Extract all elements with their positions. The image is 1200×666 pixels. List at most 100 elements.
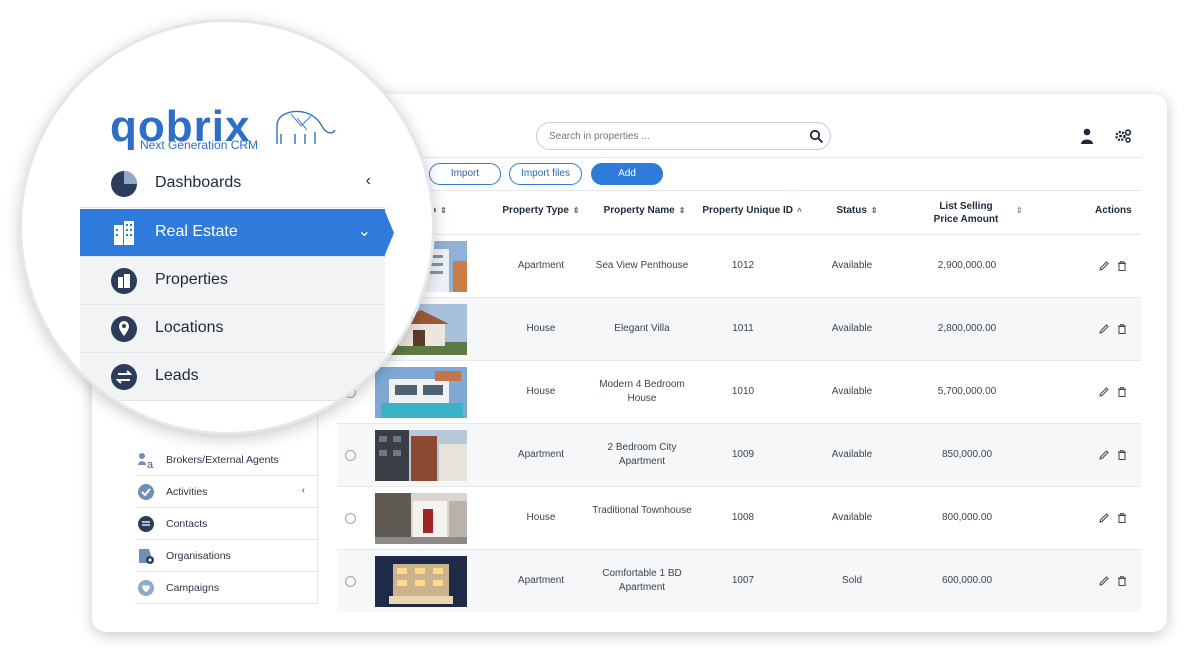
- property-thumbnail[interactable]: [375, 493, 467, 544]
- cell-property-type: House: [526, 512, 556, 523]
- cell-status: Available: [831, 512, 873, 523]
- search-box[interactable]: [536, 122, 831, 150]
- search-icon[interactable]: [809, 129, 823, 143]
- row-select-radio[interactable]: [345, 513, 356, 524]
- menu-item-real-estate[interactable]: Real Estate ⌄: [80, 209, 385, 257]
- edit-pencil-icon[interactable]: [1098, 260, 1110, 272]
- delete-trash-icon[interactable]: [1116, 575, 1128, 587]
- column-header-status[interactable]: Status ⇕: [832, 205, 882, 216]
- menu-item-label: Locations: [155, 319, 224, 336]
- sidebar-item-activities[interactable]: Activities ‹: [135, 476, 317, 508]
- sidebar-item-label: Campaigns: [166, 582, 220, 594]
- column-header-price[interactable]: List Selling Price Amount: [926, 200, 1006, 226]
- row-select-radio[interactable]: [345, 576, 356, 587]
- sort-icon: ⇕: [678, 206, 686, 215]
- menu-item-label: Real Estate: [155, 223, 238, 240]
- column-header-partial[interactable]: o ⇕: [430, 205, 447, 216]
- property-thumbnail[interactable]: [375, 430, 467, 481]
- cell-status: Available: [831, 386, 873, 397]
- row-select-radio[interactable]: [345, 450, 356, 461]
- sort-icon: ⇕: [572, 206, 580, 215]
- sort-icon: ⇕: [870, 206, 878, 215]
- sidebar-item-organisations[interactable]: Organisations: [135, 540, 317, 572]
- menu-item-dashboards[interactable]: Dashboards ‹: [80, 160, 385, 208]
- menu-item-locations[interactable]: Locations: [80, 305, 385, 353]
- edit-pencil-icon[interactable]: [1098, 323, 1110, 335]
- user-icon[interactable]: [1080, 128, 1094, 144]
- brokers-icon: a: [138, 453, 154, 469]
- property-thumbnail[interactable]: [375, 367, 467, 418]
- cell-property-id: 1007: [731, 575, 755, 586]
- column-header-actions: Actions: [1095, 205, 1132, 216]
- brand-tagline: Next Generation CRM: [140, 138, 259, 152]
- check-circle-icon: [138, 484, 154, 500]
- cell-price: 600,000.00: [941, 575, 993, 586]
- sidebar-item-brokers[interactable]: a Brokers/External Agents: [135, 444, 317, 476]
- cell-property-id: 1011: [732, 323, 754, 334]
- sidebar-item-contacts[interactable]: Contacts: [135, 508, 317, 540]
- property-thumbnail[interactable]: [375, 556, 467, 607]
- menu-item-label: Properties: [155, 271, 228, 288]
- active-indicator-arrow: [384, 209, 394, 257]
- settings-gear-icon[interactable]: [1114, 128, 1132, 144]
- map-pin-icon: [111, 316, 137, 342]
- import-button[interactable]: Import: [429, 163, 501, 185]
- chevron-left-icon[interactable]: ‹: [366, 172, 371, 190]
- menu-item-label: Leads: [155, 367, 199, 384]
- add-button[interactable]: Add: [591, 163, 663, 185]
- edit-pencil-icon[interactable]: [1098, 575, 1110, 587]
- import-files-button[interactable]: Import files: [509, 163, 582, 185]
- delete-trash-icon[interactable]: [1116, 386, 1128, 398]
- sidebar-item-label: Organisations: [166, 550, 231, 562]
- cell-property-id: 1010: [731, 386, 755, 397]
- table-row[interactable]: Apartment Comfortable 1 BD Apartment 100…: [337, 549, 1141, 612]
- table-row[interactable]: Apartment 2 Bedroom City Apartment 1009 …: [337, 423, 1141, 486]
- sort-asc-icon: ˄: [796, 206, 802, 215]
- delete-trash-icon[interactable]: [1116, 260, 1128, 272]
- chevron-left-icon[interactable]: ‹: [302, 485, 305, 496]
- table-row[interactable]: House Traditional Townhouse 1008 Availab…: [337, 486, 1141, 549]
- exchange-icon: [111, 364, 137, 390]
- cell-status: Sold: [841, 575, 862, 586]
- cell-property-name[interactable]: 2 Bedroom City Apartment: [587, 441, 697, 469]
- cell-property-name[interactable]: Elegant Villa: [587, 322, 697, 336]
- cell-status: Available: [831, 449, 873, 460]
- chevron-down-icon[interactable]: ⌄: [358, 221, 371, 241]
- edit-pencil-icon[interactable]: [1098, 386, 1110, 398]
- menu-item-leads[interactable]: Leads: [80, 353, 385, 401]
- cell-status: Available: [831, 323, 873, 334]
- building-icon: [114, 221, 134, 245]
- cell-property-name[interactable]: Sea View Penthouse: [587, 259, 697, 273]
- toolbar-divider: [384, 190, 1141, 191]
- cell-price: 850,000.00: [941, 449, 993, 460]
- cell-property-name[interactable]: Comfortable 1 BD Apartment: [587, 567, 697, 595]
- city-icon: [111, 268, 137, 294]
- delete-trash-icon[interactable]: [1116, 449, 1128, 461]
- search-input[interactable]: [549, 123, 799, 149]
- cell-property-name[interactable]: Modern 4 Bedroom House: [587, 378, 697, 406]
- cell-property-type: House: [526, 386, 556, 397]
- cell-property-id: 1008: [731, 512, 755, 523]
- cell-status: Available: [831, 260, 873, 271]
- column-header-property-name[interactable]: Property Name ⇕: [597, 205, 692, 216]
- column-header-property-type[interactable]: Property Type ⇕: [496, 205, 586, 216]
- sidebar-item-campaigns[interactable]: Campaigns: [135, 572, 317, 604]
- delete-trash-icon[interactable]: [1116, 512, 1128, 524]
- cell-property-name[interactable]: Traditional Townhouse: [587, 504, 697, 518]
- magnifier-lens: qobrix Next Generation CRM Dashboards ‹ …: [22, 22, 432, 432]
- menu-item-label: Dashboards: [155, 174, 242, 191]
- sidebar-item-label: Activities: [166, 486, 208, 498]
- heart-icon: [138, 580, 154, 596]
- delete-trash-icon[interactable]: [1116, 323, 1128, 335]
- edit-pencil-icon[interactable]: [1098, 512, 1110, 524]
- column-header-property-id[interactable]: Property Unique ID ˄: [702, 205, 802, 216]
- cell-price: 5,700,000.00: [937, 386, 997, 397]
- table-row[interactable]: House Elegant Villa 1011 Available 2,800…: [337, 297, 1141, 360]
- edit-pencil-icon[interactable]: [1098, 449, 1110, 461]
- cell-property-id: 1012: [731, 260, 755, 271]
- organisation-icon: [139, 549, 154, 564]
- menu-item-properties[interactable]: Properties: [80, 257, 385, 305]
- table-row[interactable]: House Modern 4 Bedroom House 1010 Availa…: [337, 360, 1141, 423]
- table-row[interactable]: Apartment Sea View Penthouse 1012 Availa…: [337, 234, 1141, 297]
- cell-property-type: Apartment: [517, 449, 565, 460]
